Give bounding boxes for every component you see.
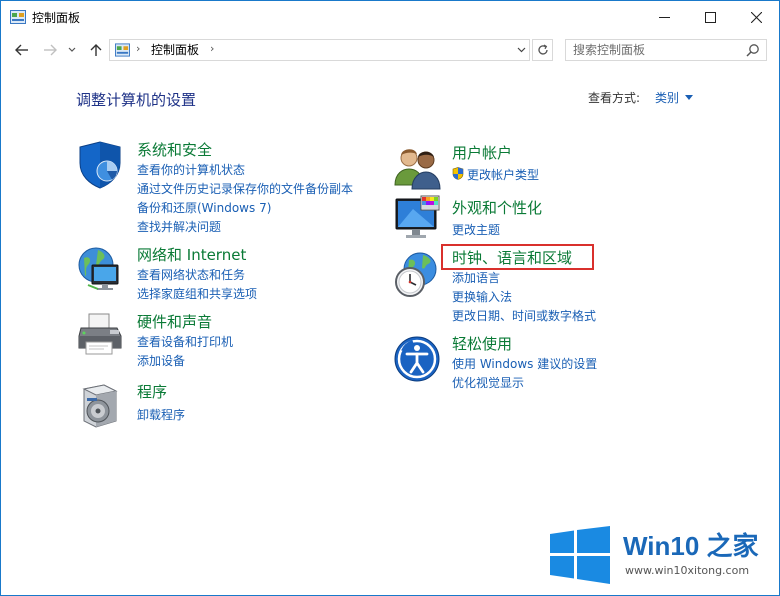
recent-locations-button[interactable] [65,40,79,60]
clock-globe-icon[interactable] [393,251,441,299]
link-homegroup-sharing[interactable]: 选择家庭组和共享选项 [137,286,257,302]
appearance-monitor-icon[interactable] [393,195,441,243]
search-icon[interactable] [746,43,760,57]
close-icon [750,11,762,23]
up-button[interactable] [86,40,106,60]
programs-disc-icon[interactable] [76,381,124,429]
control-panel-window: 控制面板 › 控制面板 › 搜索控制面板 调整计算机的设置 查看方式: 类别 系… [0,0,780,596]
printer-hardware-icon[interactable] [76,312,124,360]
breadcrumb-separator-icon[interactable]: › [136,42,140,55]
category-clock-language-region[interactable]: 时钟、语言和区域 [452,248,572,268]
view-by-chevron-down-icon[interactable] [685,95,693,100]
maximize-icon [704,11,716,23]
address-bar[interactable]: › 控制面板 › [109,39,530,61]
network-globe-icon[interactable] [76,245,124,293]
refresh-icon [537,44,548,55]
back-button[interactable] [12,40,32,60]
breadcrumb-control-panel[interactable]: 控制面板 [151,43,199,58]
uac-shield-icon [452,167,464,180]
link-devices-printers[interactable]: 查看设备和打印机 [137,334,233,350]
link-network-status[interactable]: 查看网络状态和任务 [137,267,245,283]
maximize-button[interactable] [687,1,733,33]
system-security-shield-icon[interactable] [76,141,124,189]
forward-button[interactable] [40,40,60,60]
control-panel-icon [115,43,130,57]
minimize-icon [658,16,670,18]
category-appearance-personalization[interactable]: 外观和个性化 [452,198,542,218]
arrow-left-icon [15,44,28,56]
user-accounts-icon[interactable] [393,143,441,191]
link-file-history-backup[interactable]: 通过文件历史记录保存你的文件备份副本 [137,181,353,197]
link-backup-restore[interactable]: 备份和还原(Windows 7) [137,200,271,216]
category-programs[interactable]: 程序 [137,382,167,402]
link-add-language[interactable]: 添加语言 [452,270,500,286]
link-add-device[interactable]: 添加设备 [137,353,185,369]
chevron-down-icon [68,47,76,52]
link-change-date-time-format[interactable]: 更改日期、时间或数字格式 [452,308,596,324]
link-troubleshoot[interactable]: 查找并解决问题 [137,219,221,235]
link-change-account-type[interactable]: 更改帐户类型 [467,167,539,183]
search-box[interactable] [565,39,767,61]
address-history-chevron-icon[interactable] [517,42,526,56]
control-panel-icon [10,10,26,24]
close-button[interactable] [733,1,779,33]
category-user-accounts[interactable]: 用户帐户 [452,143,512,163]
watermark-title: Win10 之家 [623,531,759,561]
category-hardware-sound[interactable]: 硬件和声音 [137,312,212,332]
link-optimize-visual-display[interactable]: 优化视觉显示 [452,375,524,391]
refresh-button[interactable] [532,39,553,61]
link-uninstall-program[interactable]: 卸载程序 [137,407,185,423]
minimize-button[interactable] [641,1,687,33]
breadcrumb-separator-icon[interactable]: › [210,42,214,55]
page-title: 调整计算机的设置 [76,91,197,109]
title-bar[interactable]: 控制面板 [1,1,779,33]
link-view-computer-status[interactable]: 查看你的计算机状态 [137,162,245,178]
window-title: 控制面板 [32,11,81,25]
arrow-up-icon [90,44,102,56]
view-by-dropdown[interactable]: 类别 [655,90,679,106]
arrow-right-icon [44,44,57,56]
watermark-url: www.win10xitong.com [625,564,750,577]
category-system-security[interactable]: 系统和安全 [137,140,212,160]
link-change-theme[interactable]: 更改主题 [452,222,500,238]
category-network-internet[interactable]: 网络和 Internet [137,245,246,265]
search-input[interactable] [566,40,742,60]
windows-logo-icon [550,526,610,584]
link-change-input-method[interactable]: 更换输入法 [452,289,512,305]
ease-of-access-icon[interactable] [393,335,441,383]
view-by-label: 查看方式: [588,91,641,105]
link-recommended-settings[interactable]: 使用 Windows 建议的设置 [452,356,597,372]
category-ease-of-access[interactable]: 轻松使用 [452,334,512,354]
